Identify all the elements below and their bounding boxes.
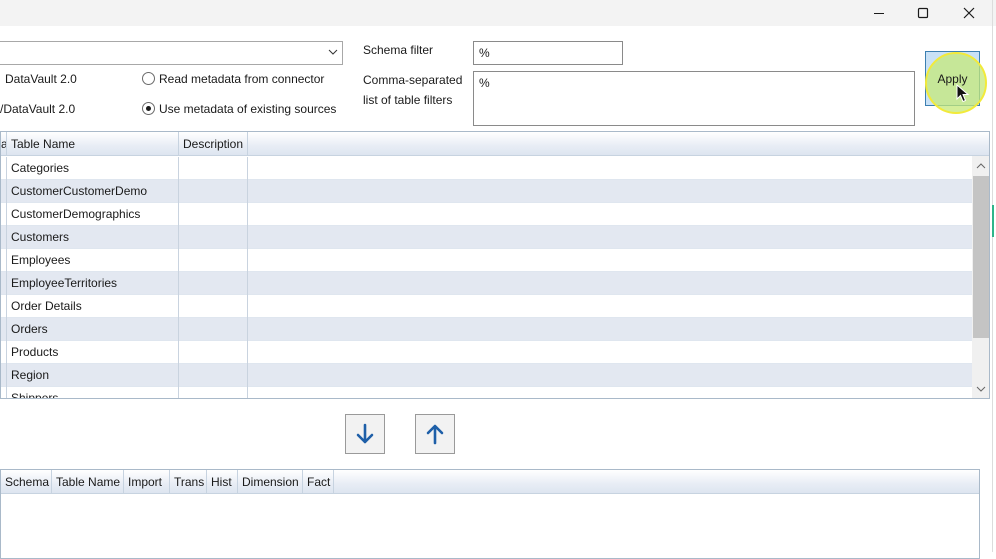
selected-tables-grid[interactable]: Schema Table Name Import Trans Hist Dime… <box>0 469 980 559</box>
close-icon <box>963 7 975 19</box>
table-filters-input[interactable]: % <box>473 71 915 126</box>
read-connector-radio[interactable] <box>142 72 155 85</box>
close-button[interactable] <box>946 0 992 26</box>
table-row[interactable]: Products <box>1 341 972 364</box>
move-up-button[interactable] <box>415 414 455 454</box>
table-row[interactable]: Categories <box>1 157 972 180</box>
column-header-dimension[interactable]: Dimension <box>238 470 303 494</box>
grid-header: a Table Name Description <box>1 132 989 156</box>
use-existing-radio[interactable] <box>142 102 155 115</box>
read-connector-label[interactable]: Read metadata from connector <box>159 72 324 86</box>
table-name-cell: Products <box>7 341 179 364</box>
apply-button-label[interactable]: Apply <box>925 72 980 86</box>
available-tables-grid[interactable]: a Table Name Description Categories Cust… <box>0 131 990 399</box>
schema-filter-label: Schema filter <box>363 43 434 57</box>
table-name-cell: Region <box>7 364 179 387</box>
arrow-up-icon <box>426 424 444 445</box>
table-name-cell: Customers <box>7 226 179 249</box>
table-row[interactable]: Region <box>1 364 972 387</box>
move-down-button[interactable] <box>345 414 385 454</box>
title-bar <box>0 0 996 26</box>
column-header-description[interactable]: Description <box>179 132 248 156</box>
description-cell <box>179 341 248 364</box>
scroll-down-icon[interactable] <box>976 385 986 393</box>
chevron-down-icon <box>328 49 338 55</box>
grid-header: Schema Table Name Import Trans Hist Dime… <box>1 470 979 494</box>
table-name-cell: EmployeeTerritories <box>7 272 179 295</box>
description-cell <box>179 387 248 398</box>
description-cell <box>179 157 248 180</box>
table-filters-label-2: list of table filters <box>363 93 453 107</box>
description-cell <box>179 226 248 249</box>
scroll-up-icon[interactable] <box>976 162 986 170</box>
datavault-label: DataVault 2.0 <box>5 72 77 86</box>
table-name-cell: CustomerCustomerDemo <box>7 180 179 203</box>
description-cell <box>179 249 248 272</box>
table-name-cell: Order Details <box>7 295 179 318</box>
arrow-down-icon <box>356 423 374 444</box>
column-header-hist[interactable]: Hist <box>207 470 238 494</box>
table-row[interactable]: Orders <box>1 318 972 341</box>
description-cell <box>179 203 248 226</box>
table-row[interactable]: CustomerCustomerDemo <box>1 180 972 203</box>
maximize-button[interactable] <box>900 0 946 26</box>
connector-combo[interactable] <box>0 41 343 65</box>
schema-filter-input[interactable]: % <box>473 41 623 65</box>
column-header-truncated[interactable]: a <box>1 132 7 156</box>
description-cell <box>179 272 248 295</box>
maximize-icon <box>917 7 929 19</box>
description-cell <box>179 180 248 203</box>
table-name-cell: CustomerDemographics <box>7 203 179 226</box>
column-header-table-name[interactable]: Table Name <box>7 132 179 156</box>
column-header-schema[interactable]: Schema <box>1 470 52 494</box>
table-row[interactable]: Order Details <box>1 295 972 318</box>
table-row[interactable]: Shippers <box>1 387 972 398</box>
window-edge <box>992 0 993 552</box>
datavault-label-2: /DataVault 2.0 <box>0 102 76 116</box>
background-window-marker <box>992 205 996 237</box>
description-cell <box>179 364 248 387</box>
minimize-button[interactable] <box>856 0 902 26</box>
table-name-cell: Shippers <box>7 387 179 398</box>
mouse-cursor-icon <box>956 84 970 103</box>
vertical-scrollbar[interactable] <box>972 156 989 398</box>
table-name-cell: Orders <box>7 318 179 341</box>
column-header-fact[interactable]: Fact <box>303 470 334 494</box>
description-cell <box>179 295 248 318</box>
minimize-icon <box>874 13 884 14</box>
table-row[interactable]: Customers <box>1 226 972 249</box>
description-cell <box>179 318 248 341</box>
scrollbar-thumb[interactable] <box>973 176 989 338</box>
column-header-trans[interactable]: Trans <box>170 470 207 494</box>
column-header-table-name[interactable]: Table Name <box>52 470 124 494</box>
column-header-import[interactable]: Import <box>124 470 170 494</box>
table-name-cell: Categories <box>7 157 179 180</box>
use-existing-label[interactable]: Use metadata of existing sources <box>159 102 336 116</box>
table-row[interactable]: EmployeeTerritories <box>1 272 972 295</box>
table-name-cell: Employees <box>7 249 179 272</box>
table-row[interactable]: CustomerDemographics <box>1 203 972 226</box>
table-filters-label-1: Comma-separated <box>363 73 463 87</box>
table-row[interactable]: Employees <box>1 249 972 272</box>
